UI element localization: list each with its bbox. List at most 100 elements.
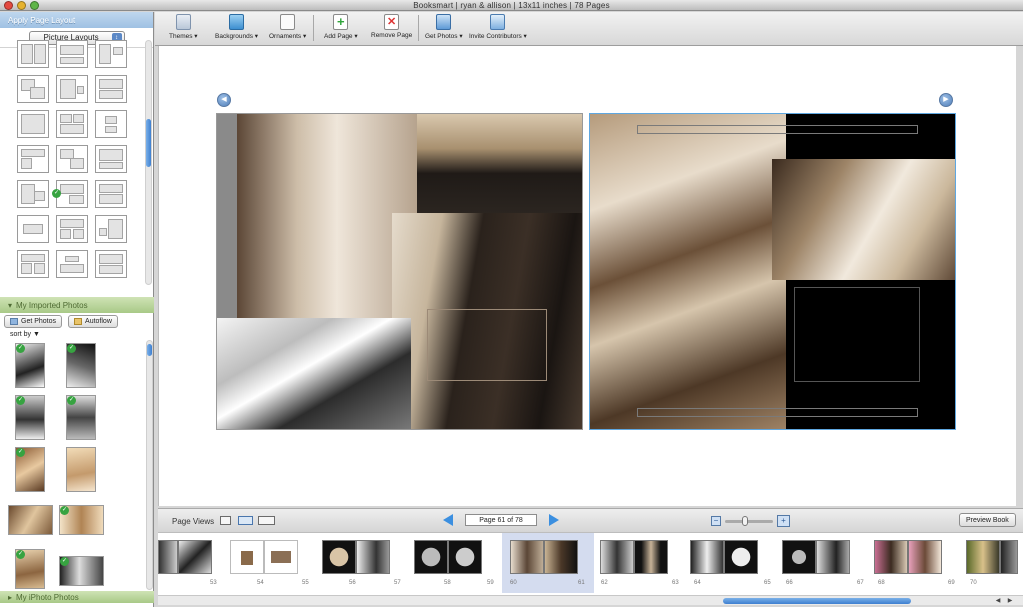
page-thumbnail[interactable]: [690, 540, 724, 574]
zoom-slider[interactable]: [725, 515, 773, 526]
photo-guitar-candelabra[interactable]: [590, 114, 786, 429]
imported-photo[interactable]: ✓: [59, 556, 104, 586]
layout-thumbnail[interactable]: [17, 250, 49, 278]
spread-thumbnail[interactable]: [690, 537, 758, 577]
page-thumbnail[interactable]: [264, 540, 298, 574]
imported-photo[interactable]: ✓: [15, 395, 45, 440]
caption-frame-bottom[interactable]: [637, 408, 918, 417]
layout-scrollbar[interactable]: [145, 40, 152, 285]
pager-previous-icon[interactable]: [443, 514, 453, 526]
iphoto-panel-header[interactable]: ▸ My iPhoto Photos: [0, 591, 154, 603]
spread-thumbnail[interactable]: [158, 537, 212, 577]
layout-panel-header[interactable]: Apply Page Layout: [0, 12, 153, 28]
zoom-out-icon[interactable]: −: [711, 516, 721, 526]
photos-panel-header[interactable]: ▾ My Imported Photos: [0, 297, 154, 313]
caption-frame-top[interactable]: [637, 125, 918, 134]
page-thumbnail[interactable]: [544, 540, 578, 574]
page-thumbnail[interactable]: [966, 540, 1000, 574]
photos-scrollbar[interactable]: [146, 340, 153, 590]
layout-thumbnail[interactable]: [56, 75, 88, 103]
layout-thumbnail[interactable]: [17, 215, 49, 243]
page-thumbnail[interactable]: [230, 540, 264, 574]
imported-photo[interactable]: ✓: [15, 343, 45, 388]
minimize-window-button[interactable]: [17, 1, 26, 10]
previous-page-icon[interactable]: ◀: [217, 93, 231, 107]
layout-scrollbar-thumb[interactable]: [146, 119, 151, 167]
page-thumbnail[interactable]: [908, 540, 942, 574]
layout-thumbnail[interactable]: [56, 110, 88, 138]
strip-scrollbar[interactable]: ◀ ▶: [158, 595, 1023, 605]
imported-photo[interactable]: ✓: [15, 549, 45, 589]
layout-thumbnail[interactable]: [17, 75, 49, 103]
imported-photo[interactable]: ✓: [66, 395, 96, 440]
layout-thumbnail-selected[interactable]: ✓: [52, 180, 88, 208]
layout-thumbnail[interactable]: [17, 145, 49, 173]
page-thumbnail[interactable]: [448, 540, 482, 574]
scroll-left-icon[interactable]: ◀: [994, 597, 1002, 605]
next-page-icon[interactable]: ▶: [939, 93, 953, 107]
strip-scrollbar-thumb[interactable]: [723, 598, 911, 604]
photo-veil-kiss[interactable]: [217, 318, 411, 429]
spread-thumbnail[interactable]: [874, 537, 942, 577]
layout-thumbnail[interactable]: [17, 180, 49, 208]
zoom-in-icon[interactable]: +: [777, 515, 790, 527]
spread-thumbnail[interactable]: [966, 537, 1018, 577]
page-thumbnail[interactable]: [158, 540, 178, 574]
page-thumbnail[interactable]: [510, 540, 544, 574]
spread-thumbnail[interactable]: [230, 537, 298, 577]
add-page-button[interactable]: + Add Page ▾: [324, 14, 358, 40]
backgrounds-button[interactable]: Backgrounds ▾: [215, 14, 258, 40]
spread-thumbnail[interactable]: [322, 537, 390, 577]
empty-photo-frame[interactable]: [794, 287, 920, 382]
single-page-view-icon[interactable]: [220, 516, 231, 525]
page-thumbnail[interactable]: [322, 540, 356, 574]
get-photos-button[interactable]: Get Photos ▾: [425, 14, 463, 40]
scroll-right-icon[interactable]: ▶: [1006, 597, 1014, 605]
page-thumbnail[interactable]: [1000, 540, 1018, 574]
photo-girl-sitting[interactable]: [772, 159, 955, 280]
zoom-slider-knob[interactable]: [742, 515, 748, 526]
layout-thumbnail[interactable]: [95, 250, 127, 278]
layout-thumbnail[interactable]: [56, 250, 88, 278]
imported-photo[interactable]: ✓: [66, 343, 96, 388]
spread-thumbnail[interactable]: [782, 537, 850, 577]
sort-by-menu[interactable]: sort by ▼: [10, 331, 40, 338]
spread-thumbnail[interactable]: [600, 537, 668, 577]
layout-thumbnail[interactable]: [95, 215, 127, 243]
layout-thumbnail[interactable]: [17, 40, 49, 68]
imported-photo[interactable]: [66, 447, 96, 492]
imported-photo[interactable]: ✓: [59, 505, 104, 535]
layout-thumbnail[interactable]: [56, 145, 88, 173]
get-photos-sidebar-button[interactable]: Get Photos: [4, 314, 63, 328]
spread-thumbnail[interactable]: [414, 537, 482, 577]
invite-contributors-button[interactable]: Invite Contributors ▾: [469, 14, 527, 40]
remove-page-button[interactable]: ✕ Remove Page: [371, 14, 412, 39]
page-thumbnail[interactable]: [414, 540, 448, 574]
layout-thumbnail[interactable]: [17, 110, 49, 138]
layout-thumbnail[interactable]: [95, 145, 127, 173]
layout-thumbnail[interactable]: [95, 110, 127, 138]
imported-photo[interactable]: [8, 505, 53, 535]
ornaments-button[interactable]: Ornaments ▾: [269, 14, 306, 40]
zoom-window-button[interactable]: [30, 1, 39, 10]
page-thumbnail[interactable]: [782, 540, 816, 574]
layout-thumbnail[interactable]: [56, 40, 88, 68]
page-thumbnail[interactable]: [178, 540, 212, 574]
multi-page-view-icon[interactable]: [258, 516, 275, 525]
page-thumbnail[interactable]: [816, 540, 850, 574]
close-window-button[interactable]: [4, 1, 13, 10]
photo-groomsmen-top[interactable]: [417, 114, 582, 213]
right-page[interactable]: [589, 113, 956, 430]
page-thumbnail[interactable]: [634, 540, 668, 574]
page-thumbnail[interactable]: [874, 540, 908, 574]
preview-book-button[interactable]: Preview Book: [959, 513, 1016, 527]
layout-thumbnail[interactable]: [95, 40, 127, 68]
page-thumbnail[interactable]: [600, 540, 634, 574]
page-thumbnail[interactable]: [724, 540, 758, 574]
page-thumbnail[interactable]: [356, 540, 390, 574]
photo-flower-girl[interactable]: [217, 114, 417, 318]
photos-scrollbar-thumb[interactable]: [147, 344, 152, 356]
imported-photo[interactable]: ✓: [15, 447, 45, 492]
autoflow-button[interactable]: Autoflow: [68, 314, 118, 328]
layout-thumbnail[interactable]: [95, 75, 127, 103]
